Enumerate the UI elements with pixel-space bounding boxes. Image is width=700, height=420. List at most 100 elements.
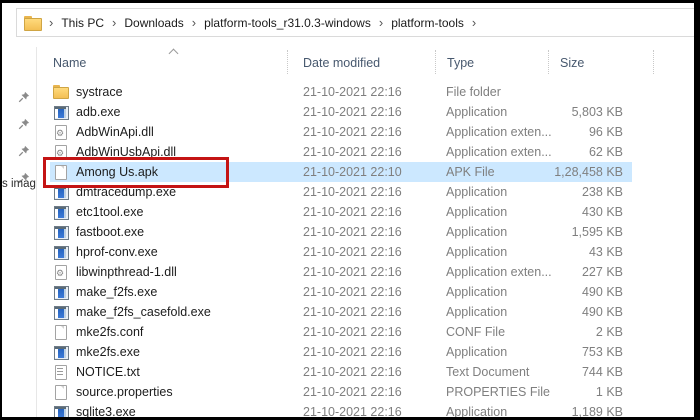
- file-date-modified: 21-10-2021 22:16: [303, 202, 402, 222]
- chevron-right-icon[interactable]: ›: [471, 15, 477, 30]
- file-row[interactable]: NOTICE.txt 21-10-2021 22:16 Text Documen…: [40, 362, 694, 382]
- dll-icon: [53, 145, 69, 159]
- file-date-modified: 21-10-2021 22:16: [303, 262, 402, 282]
- app-icon: [53, 285, 69, 299]
- file-size: 227 KB: [483, 262, 623, 282]
- file-name: systrace: [76, 82, 123, 102]
- breadcrumb-downloads[interactable]: Downloads: [124, 16, 183, 30]
- explorer-canvas: › This PC › Downloads › platform-tools_r…: [2, 3, 694, 417]
- pane-divider: [36, 47, 37, 417]
- column-divider[interactable]: [653, 50, 654, 74]
- file-name: etc1tool.exe: [76, 202, 143, 222]
- column-divider[interactable]: [435, 50, 436, 74]
- column-header-type[interactable]: Type: [447, 56, 474, 70]
- file-date-modified: 21-10-2021 22:16: [303, 102, 402, 122]
- address-bar[interactable]: › This PC › Downloads › platform-tools_r…: [16, 8, 694, 37]
- dll-icon: [53, 265, 69, 279]
- chevron-right-icon[interactable]: ›: [191, 15, 197, 30]
- app-icon: [53, 305, 69, 319]
- file-row[interactable]: fastboot.exe 21-10-2021 22:16 Applicatio…: [40, 222, 694, 242]
- column-divider[interactable]: [287, 50, 288, 74]
- file-name: AdbWinApi.dll: [76, 122, 154, 142]
- file-size: 2 KB: [483, 322, 623, 342]
- file-date-modified: 21-10-2021 22:16: [303, 222, 402, 242]
- file-row[interactable]: dmtracedump.exe 21-10-2021 22:16 Applica…: [40, 182, 694, 202]
- file-type: File folder: [446, 82, 501, 102]
- nav-item-label-partial[interactable]: s imag: [2, 178, 36, 190]
- file-date-modified: 21-10-2021 22:16: [303, 122, 402, 142]
- file-name: fastboot.exe: [76, 222, 144, 242]
- folder-icon: [24, 16, 41, 30]
- app-icon: [53, 105, 69, 119]
- column-header-name[interactable]: Name: [53, 56, 86, 70]
- file-size: 1,28,458 KB: [483, 162, 623, 182]
- file-size: 1,189 KB: [483, 402, 623, 417]
- file-row[interactable]: mke2fs.conf 21-10-2021 22:16 CONF File 2…: [40, 322, 694, 342]
- app-icon: [53, 405, 69, 417]
- file-name: sqlite3.exe: [76, 402, 136, 417]
- file-row[interactable]: make_f2fs.exe 21-10-2021 22:16 Applicati…: [40, 282, 694, 302]
- file-date-modified: 21-10-2021 22:16: [303, 382, 402, 402]
- file-size: 1,595 KB: [483, 222, 623, 242]
- file-date-modified: 21-10-2021 22:16: [303, 402, 402, 417]
- file-row[interactable]: Among Us.apk 21-10-2021 22:10 APK File 1…: [40, 162, 694, 182]
- folder-icon: [53, 85, 69, 99]
- chevron-right-icon[interactable]: ›: [111, 15, 117, 30]
- pin-icon[interactable]: [18, 145, 30, 157]
- file-date-modified: 21-10-2021 22:16: [303, 322, 402, 342]
- file-row[interactable]: source.properties 21-10-2021 22:16 PROPE…: [40, 382, 694, 402]
- file-name: NOTICE.txt: [76, 362, 140, 382]
- file-name: mke2fs.exe: [76, 342, 140, 362]
- file-row[interactable]: hprof-conv.exe 21-10-2021 22:16 Applicat…: [40, 242, 694, 262]
- pin-icon[interactable]: [18, 118, 30, 130]
- file-row[interactable]: mke2fs.exe 21-10-2021 22:16 Application …: [40, 342, 694, 362]
- column-headers: Name Date modified Type Size: [40, 47, 694, 79]
- file-date-modified: 21-10-2021 22:16: [303, 142, 402, 162]
- file-name: AdbWinUsbApi.dll: [76, 142, 176, 162]
- column-header-size[interactable]: Size: [560, 56, 584, 70]
- pin-icon[interactable]: [18, 91, 30, 103]
- file-row[interactable]: adb.exe 21-10-2021 22:16 Application 5,8…: [40, 102, 694, 122]
- file-row[interactable]: make_f2fs_casefold.exe 21-10-2021 22:16 …: [40, 302, 694, 322]
- explorer-window: › This PC › Downloads › platform-tools_r…: [0, 0, 700, 420]
- file-date-modified: 21-10-2021 22:16: [303, 282, 402, 302]
- chevron-right-icon[interactable]: ›: [378, 15, 384, 30]
- txt-icon: [53, 365, 69, 379]
- file-size: 43 KB: [483, 242, 623, 262]
- file-size: 430 KB: [483, 202, 623, 222]
- file-name: dmtracedump.exe: [76, 182, 176, 202]
- column-divider[interactable]: [548, 50, 549, 74]
- app-icon: [53, 345, 69, 359]
- file-icon: [53, 385, 69, 399]
- app-icon: [53, 225, 69, 239]
- file-row[interactable]: systrace 21-10-2021 22:16 File folder: [40, 82, 694, 102]
- file-row[interactable]: AdbWinUsbApi.dll 21-10-2021 22:16 Applic…: [40, 142, 694, 162]
- chevron-right-icon[interactable]: ›: [48, 15, 54, 30]
- app-icon: [53, 185, 69, 199]
- file-row[interactable]: libwinpthread-1.dll 21-10-2021 22:16 App…: [40, 262, 694, 282]
- app-icon: [53, 245, 69, 259]
- file-list: systrace 21-10-2021 22:16 File folder ad…: [40, 82, 694, 417]
- file-name: Among Us.apk: [76, 162, 158, 182]
- file-name: source.properties: [76, 382, 173, 402]
- column-header-date-modified[interactable]: Date modified: [303, 56, 380, 70]
- breadcrumb-platform-tools-zip[interactable]: platform-tools_r31.0.3-windows: [204, 16, 371, 30]
- file-size: 490 KB: [483, 302, 623, 322]
- file-size: 62 KB: [483, 142, 623, 162]
- dll-icon: [53, 125, 69, 139]
- file-date-modified: 21-10-2021 22:10: [303, 162, 402, 182]
- file-row[interactable]: etc1tool.exe 21-10-2021 22:16 Applicatio…: [40, 202, 694, 222]
- file-row[interactable]: AdbWinApi.dll 21-10-2021 22:16 Applicati…: [40, 122, 694, 142]
- file-size: 1 KB: [483, 382, 623, 402]
- file-date-modified: 21-10-2021 22:16: [303, 182, 402, 202]
- file-size: 96 KB: [483, 122, 623, 142]
- breadcrumb-platform-tools[interactable]: platform-tools: [391, 16, 464, 30]
- file-row[interactable]: sqlite3.exe 21-10-2021 22:16 Application…: [40, 402, 694, 417]
- sort-ascending-icon: [169, 49, 179, 59]
- file-size: 753 KB: [483, 342, 623, 362]
- breadcrumb-this-pc[interactable]: This PC: [61, 16, 104, 30]
- file-size: 5,803 KB: [483, 102, 623, 122]
- file-date-modified: 21-10-2021 22:16: [303, 342, 402, 362]
- file-date-modified: 21-10-2021 22:16: [303, 302, 402, 322]
- file-name: mke2fs.conf: [76, 322, 143, 342]
